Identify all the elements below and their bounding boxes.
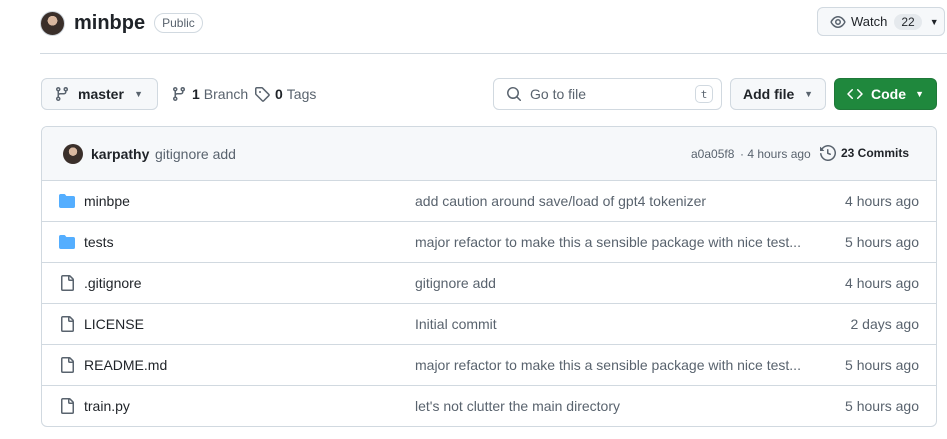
search-placeholder: Go to file bbox=[530, 86, 587, 102]
add-file-button[interactable]: Add file ▼ bbox=[730, 78, 826, 110]
branches-count: 1 bbox=[192, 86, 200, 102]
branch-name: master bbox=[78, 86, 124, 102]
file-commit-time: 4 hours ago bbox=[845, 275, 919, 291]
file-name[interactable]: README.md bbox=[84, 357, 167, 373]
history-icon bbox=[820, 145, 836, 161]
file-name[interactable]: .gitignore bbox=[84, 275, 142, 291]
file-icon bbox=[61, 316, 74, 332]
file-commit-message[interactable]: add caution around save/load of gpt4 tok… bbox=[415, 193, 706, 209]
git-branch-icon bbox=[172, 87, 185, 102]
git-branch-icon bbox=[55, 87, 68, 102]
commit-hash[interactable]: a0a05f8 bbox=[691, 147, 734, 161]
repo-name[interactable]: minbpe bbox=[74, 12, 145, 35]
chevron-down-icon: ▼ bbox=[804, 89, 813, 99]
folder-icon bbox=[59, 194, 75, 208]
repo-header: minbpe Public bbox=[40, 9, 203, 37]
file-commit-time: 5 hours ago bbox=[845, 398, 919, 414]
add-file-label: Add file bbox=[743, 86, 795, 102]
branches-label: Branch bbox=[203, 86, 249, 102]
chevron-down-icon: ▼ bbox=[915, 89, 924, 99]
file-commit-message[interactable]: let's not clutter the main directory bbox=[415, 398, 620, 414]
keyboard-shortcut-hint: t bbox=[695, 85, 713, 103]
commit-message[interactable]: gitignore add bbox=[155, 146, 236, 162]
file-commit-time: 5 hours ago bbox=[845, 357, 919, 373]
file-commit-message[interactable]: major refactor to make this a sensible p… bbox=[415, 357, 801, 373]
tags-label: Tags bbox=[286, 86, 317, 102]
chevron-down-icon: ▼ bbox=[134, 89, 143, 99]
file-commit-time: 2 days ago bbox=[850, 316, 920, 332]
file-name[interactable]: tests bbox=[84, 234, 114, 250]
commit-time: · 4 hours ago bbox=[740, 147, 811, 161]
code-label: Code bbox=[871, 86, 906, 102]
file-row[interactable]: train.py let's not clutter the main dire… bbox=[42, 386, 936, 426]
code-button[interactable]: Code ▼ bbox=[834, 78, 937, 110]
file-name[interactable]: minbpe bbox=[84, 193, 130, 209]
tags-count: 0 bbox=[275, 86, 283, 102]
chevron-down-icon: ▼ bbox=[929, 16, 939, 27]
owner-avatar[interactable] bbox=[40, 10, 65, 36]
watch-label: Watch bbox=[851, 14, 888, 29]
tags-link[interactable]: 0 Tags bbox=[254, 78, 316, 110]
latest-commit-bar: karpathy gitignore add a0a05f8 · 4 hours… bbox=[42, 127, 936, 181]
watch-count: 22 bbox=[894, 13, 922, 30]
file-icon bbox=[61, 398, 74, 414]
file-commit-message[interactable]: gitignore add bbox=[415, 275, 496, 291]
folder-icon bbox=[59, 235, 75, 249]
commits-count-label: 23 Commits bbox=[841, 146, 910, 160]
file-commit-time: 4 hours ago bbox=[845, 193, 919, 209]
file-row[interactable]: .gitignore gitignore add 4 hours ago bbox=[42, 263, 936, 304]
file-icon bbox=[61, 357, 74, 373]
file-row[interactable]: LICENSE Initial commit 2 days ago bbox=[42, 304, 936, 345]
code-icon bbox=[847, 88, 863, 100]
search-icon bbox=[507, 87, 522, 102]
file-commit-message[interactable]: major refactor to make this a sensible p… bbox=[415, 234, 801, 250]
visibility-badge: Public bbox=[154, 13, 203, 33]
file-commit-time: 5 hours ago bbox=[845, 234, 919, 250]
file-icon bbox=[61, 275, 74, 291]
branch-selector-button[interactable]: master ▼ bbox=[41, 78, 158, 110]
file-row[interactable]: minbpe add caution around save/load of g… bbox=[42, 181, 936, 222]
file-name[interactable]: LICENSE bbox=[84, 316, 144, 332]
file-table: karpathy gitignore add a0a05f8 · 4 hours… bbox=[41, 126, 937, 427]
go-to-file-input[interactable]: Go to file t bbox=[493, 78, 722, 110]
file-row[interactable]: README.md major refactor to make this a … bbox=[42, 345, 936, 386]
commits-history-link[interactable]: 23 Commits bbox=[820, 145, 909, 161]
tag-icon bbox=[255, 87, 270, 102]
file-name[interactable]: train.py bbox=[84, 398, 130, 414]
watch-button[interactable]: Watch 22 ▼ bbox=[817, 7, 945, 36]
author-avatar[interactable] bbox=[63, 144, 83, 164]
commit-author[interactable]: karpathy bbox=[91, 146, 149, 162]
header-divider bbox=[40, 53, 947, 54]
file-row[interactable]: tests major refactor to make this a sens… bbox=[42, 222, 936, 263]
branches-link[interactable]: 1 Branch bbox=[171, 78, 248, 110]
file-commit-message[interactable]: Initial commit bbox=[415, 316, 497, 332]
eye-icon bbox=[830, 15, 846, 28]
